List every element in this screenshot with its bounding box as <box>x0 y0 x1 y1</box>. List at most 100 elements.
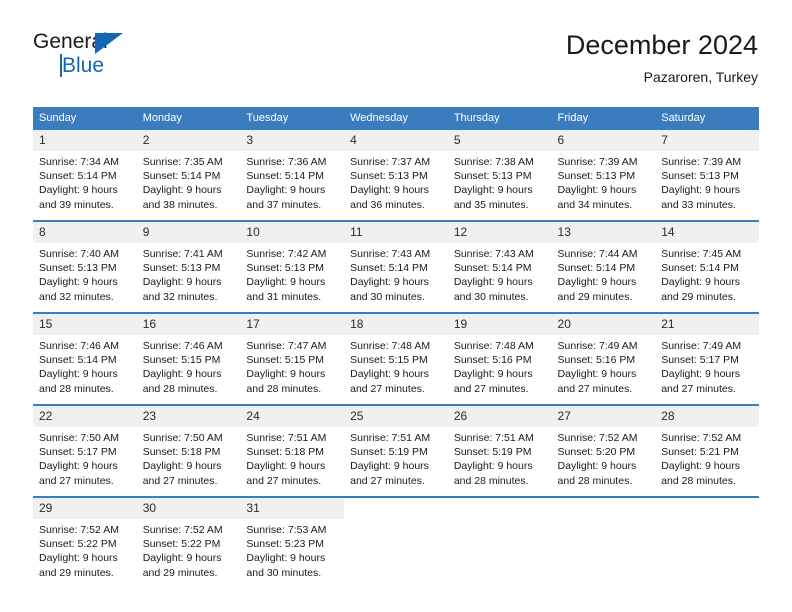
day-info <box>344 519 448 523</box>
daylight-text-line1: Daylight: 9 hours <box>246 276 326 289</box>
week-row: 22 Sunrise: 7:50 AM Sunset: 5:17 PM Dayligh… <box>33 404 759 490</box>
daylight-text-line1: Daylight: 9 hours <box>350 368 429 381</box>
day-cell[interactable]: 29 Sunrise: 7:52 AM Sunset: 5:22 PM Dayligh… <box>33 496 137 582</box>
daylight-text-line2: and 27 minutes. <box>453 382 529 395</box>
sunset-text: Sunset: 5:13 PM <box>39 262 117 275</box>
day-cell[interactable]: 19 Sunrise: 7:48 AM Sunset: 5:16 PM Dayligh… <box>447 312 552 398</box>
column-header-sunday: Sunday <box>33 107 137 130</box>
day-cell[interactable]: 31 Sunrise: 7:53 AM Sunset: 5:23 PM Dayligh… <box>240 496 345 582</box>
day-cell[interactable]: 20 Sunrise: 7:49 AM Sunset: 5:16 PM Dayligh… <box>551 312 656 398</box>
sunrise-text: Sunrise: 7:44 AM <box>557 248 638 260</box>
day-cell[interactable]: 7 Sunrise: 7:39 AM Sunset: 5:13 PM Daylight… <box>655 130 759 214</box>
daylight-text-line1: Daylight: 9 hours <box>39 368 118 381</box>
week-spacer-cell <box>344 214 448 221</box>
sunset-text: Sunset: 5:13 PM <box>246 262 325 275</box>
day-cell[interactable]: 15 Sunrise: 7:46 AM Sunset: 5:14 PM Dayligh… <box>33 312 137 398</box>
sunset-text: Sunset: 5:15 PM <box>246 354 325 367</box>
sunrise-text: Sunrise: 7:51 AM <box>350 432 431 444</box>
day-cell[interactable]: 27 Sunrise: 7:52 AM Sunset: 5:20 PM Dayligh… <box>551 404 656 490</box>
daylight-text-line1: Daylight: 9 hours <box>142 460 222 473</box>
daylight-text-line1: Daylight: 9 hours <box>39 276 118 289</box>
sunset-text: Sunset: 5:14 PM <box>661 262 739 275</box>
day-cell[interactable]: 25 Sunrise: 7:51 AM Sunset: 5:19 PM Dayligh… <box>344 404 448 490</box>
weekday-header-row: Sunday Monday Tuesday Wednesday Thursday… <box>33 107 759 130</box>
day-cell[interactable]: 26 Sunrise: 7:51 AM Sunset: 5:19 PM Dayligh… <box>447 404 552 490</box>
week-spacer-cell <box>240 490 345 497</box>
day-cell-inner: 20 Sunrise: 7:49 AM Sunset: 5:16 PM Dayligh… <box>551 314 656 398</box>
column-header-thursday: Thursday <box>447 107 552 130</box>
week-spacer-cell <box>655 490 759 497</box>
daylight-text-line2: and 27 minutes. <box>661 382 736 395</box>
week-spacer-cell <box>551 214 656 221</box>
day-cell-empty <box>344 496 448 582</box>
day-cell[interactable]: 14 Sunrise: 7:45 AM Sunset: 5:14 PM Dayligh… <box>655 220 759 306</box>
daylight-text-line1: Daylight: 9 hours <box>39 552 118 565</box>
day-info: Sunrise: 7:52 AM Sunset: 5:20 PM Daylight:… <box>552 427 656 488</box>
day-cell[interactable]: 12 Sunrise: 7:43 AM Sunset: 5:14 PM Dayligh… <box>447 220 552 306</box>
day-info: Sunrise: 7:51 AM Sunset: 5:19 PM Daylight:… <box>448 427 552 488</box>
day-number: 8 <box>33 222 137 243</box>
day-number: 6 <box>551 130 656 151</box>
day-number: 4 <box>344 130 448 151</box>
day-number: 1 <box>33 130 137 151</box>
daylight-text-line1: Daylight: 9 hours <box>39 460 118 473</box>
day-info: Sunrise: 7:46 AM Sunset: 5:15 PM Daylight:… <box>137 335 241 396</box>
daylight-text-line1: Daylight: 9 hours <box>142 276 222 289</box>
day-cell-inner <box>447 498 552 582</box>
daylight-text-line2: and 30 minutes. <box>350 290 425 303</box>
day-cell[interactable]: 30 Sunrise: 7:52 AM Sunset: 5:22 PM Dayligh… <box>136 496 241 582</box>
day-cell[interactable]: 8 Sunrise: 7:40 AM Sunset: 5:13 PM Daylight… <box>33 220 137 306</box>
sunset-text: Sunset: 5:21 PM <box>661 446 739 459</box>
day-cell[interactable]: 10 Sunrise: 7:42 AM Sunset: 5:13 PM Dayligh… <box>240 220 345 306</box>
day-cell[interactable]: 6 Sunrise: 7:39 AM Sunset: 5:13 PM Daylight… <box>551 130 656 214</box>
week-row: 8 Sunrise: 7:40 AM Sunset: 5:13 PM Daylight… <box>33 220 759 306</box>
day-number <box>344 498 448 519</box>
sunrise-text: Sunrise: 7:46 AM <box>39 340 119 352</box>
logo-text-blue: Blue <box>62 54 105 77</box>
day-cell[interactable]: 23 Sunrise: 7:50 AM Sunset: 5:18 PM Dayligh… <box>136 404 241 490</box>
general-blue-logo: General Blue <box>33 30 233 90</box>
day-cell[interactable]: 4 Sunrise: 7:37 AM Sunset: 5:13 PM Daylight… <box>344 130 448 214</box>
day-cell[interactable]: 9 Sunrise: 7:41 AM Sunset: 5:13 PM Daylight… <box>136 220 241 306</box>
day-cell-inner: 19 Sunrise: 7:48 AM Sunset: 5:16 PM Dayligh… <box>447 314 552 398</box>
day-cell[interactable]: 17 Sunrise: 7:47 AM Sunset: 5:15 PM Dayligh… <box>240 312 345 398</box>
day-cell[interactable]: 18 Sunrise: 7:48 AM Sunset: 5:15 PM Dayligh… <box>344 312 448 398</box>
day-cell[interactable]: 16 Sunrise: 7:46 AM Sunset: 5:15 PM Dayligh… <box>136 312 241 398</box>
day-cell[interactable]: 28 Sunrise: 7:52 AM Sunset: 5:21 PM Dayligh… <box>655 404 759 490</box>
day-cell[interactable]: 1 Sunrise: 7:34 AM Sunset: 5:14 PM Daylight… <box>33 130 137 214</box>
sunset-text: Sunset: 5:13 PM <box>661 170 739 183</box>
daylight-text-line2: and 32 minutes. <box>39 290 114 303</box>
week-spacer-cell <box>447 398 552 405</box>
day-info: Sunrise: 7:50 AM Sunset: 5:17 PM Daylight:… <box>33 427 137 488</box>
day-cell[interactable]: 22 Sunrise: 7:50 AM Sunset: 5:17 PM Dayligh… <box>33 404 137 490</box>
daylight-text-line2: and 27 minutes. <box>557 382 633 395</box>
day-info <box>552 519 656 523</box>
sunset-text: Sunset: 5:18 PM <box>142 446 221 459</box>
daylight-text-line2: and 32 minutes. <box>142 290 218 303</box>
day-number: 12 <box>447 222 552 243</box>
day-cell[interactable]: 2 Sunrise: 7:35 AM Sunset: 5:14 PM Daylight… <box>136 130 241 214</box>
sunrise-text: Sunrise: 7:43 AM <box>453 248 534 260</box>
day-cell[interactable]: 13 Sunrise: 7:44 AM Sunset: 5:14 PM Dayligh… <box>551 220 656 306</box>
day-cell-inner: 7 Sunrise: 7:39 AM Sunset: 5:13 PM Daylight… <box>655 130 759 214</box>
sunset-text: Sunset: 5:14 PM <box>39 354 117 367</box>
page-header: General Blue December 2024 Pazaroren, Tu… <box>33 28 758 98</box>
daylight-text-line2: and 29 minutes. <box>557 290 633 303</box>
day-info: Sunrise: 7:39 AM Sunset: 5:13 PM Daylight:… <box>655 151 759 212</box>
day-number: 17 <box>240 314 345 335</box>
day-cell[interactable]: 21 Sunrise: 7:49 AM Sunset: 5:17 PM Dayligh… <box>655 312 759 398</box>
daylight-text-line1: Daylight: 9 hours <box>661 276 741 289</box>
day-cell[interactable]: 24 Sunrise: 7:51 AM Sunset: 5:18 PM Dayligh… <box>240 404 345 490</box>
day-cell[interactable]: 3 Sunrise: 7:36 AM Sunset: 5:14 PM Daylight… <box>240 130 345 214</box>
daylight-text-line1: Daylight: 9 hours <box>39 184 118 197</box>
day-info: Sunrise: 7:46 AM Sunset: 5:14 PM Daylight:… <box>33 335 137 396</box>
week-spacer-cell <box>33 490 137 497</box>
week-spacer-cell <box>33 214 137 221</box>
day-cell-inner <box>344 498 448 582</box>
sunrise-text: Sunrise: 7:52 AM <box>557 432 638 444</box>
day-cell[interactable]: 5 Sunrise: 7:38 AM Sunset: 5:13 PM Daylight… <box>447 130 552 214</box>
sunset-text: Sunset: 5:13 PM <box>350 170 428 183</box>
day-cell[interactable]: 11 Sunrise: 7:43 AM Sunset: 5:14 PM Dayligh… <box>344 220 448 306</box>
day-info: Sunrise: 7:51 AM Sunset: 5:19 PM Daylight:… <box>344 427 448 488</box>
sunrise-text: Sunrise: 7:51 AM <box>246 432 327 444</box>
